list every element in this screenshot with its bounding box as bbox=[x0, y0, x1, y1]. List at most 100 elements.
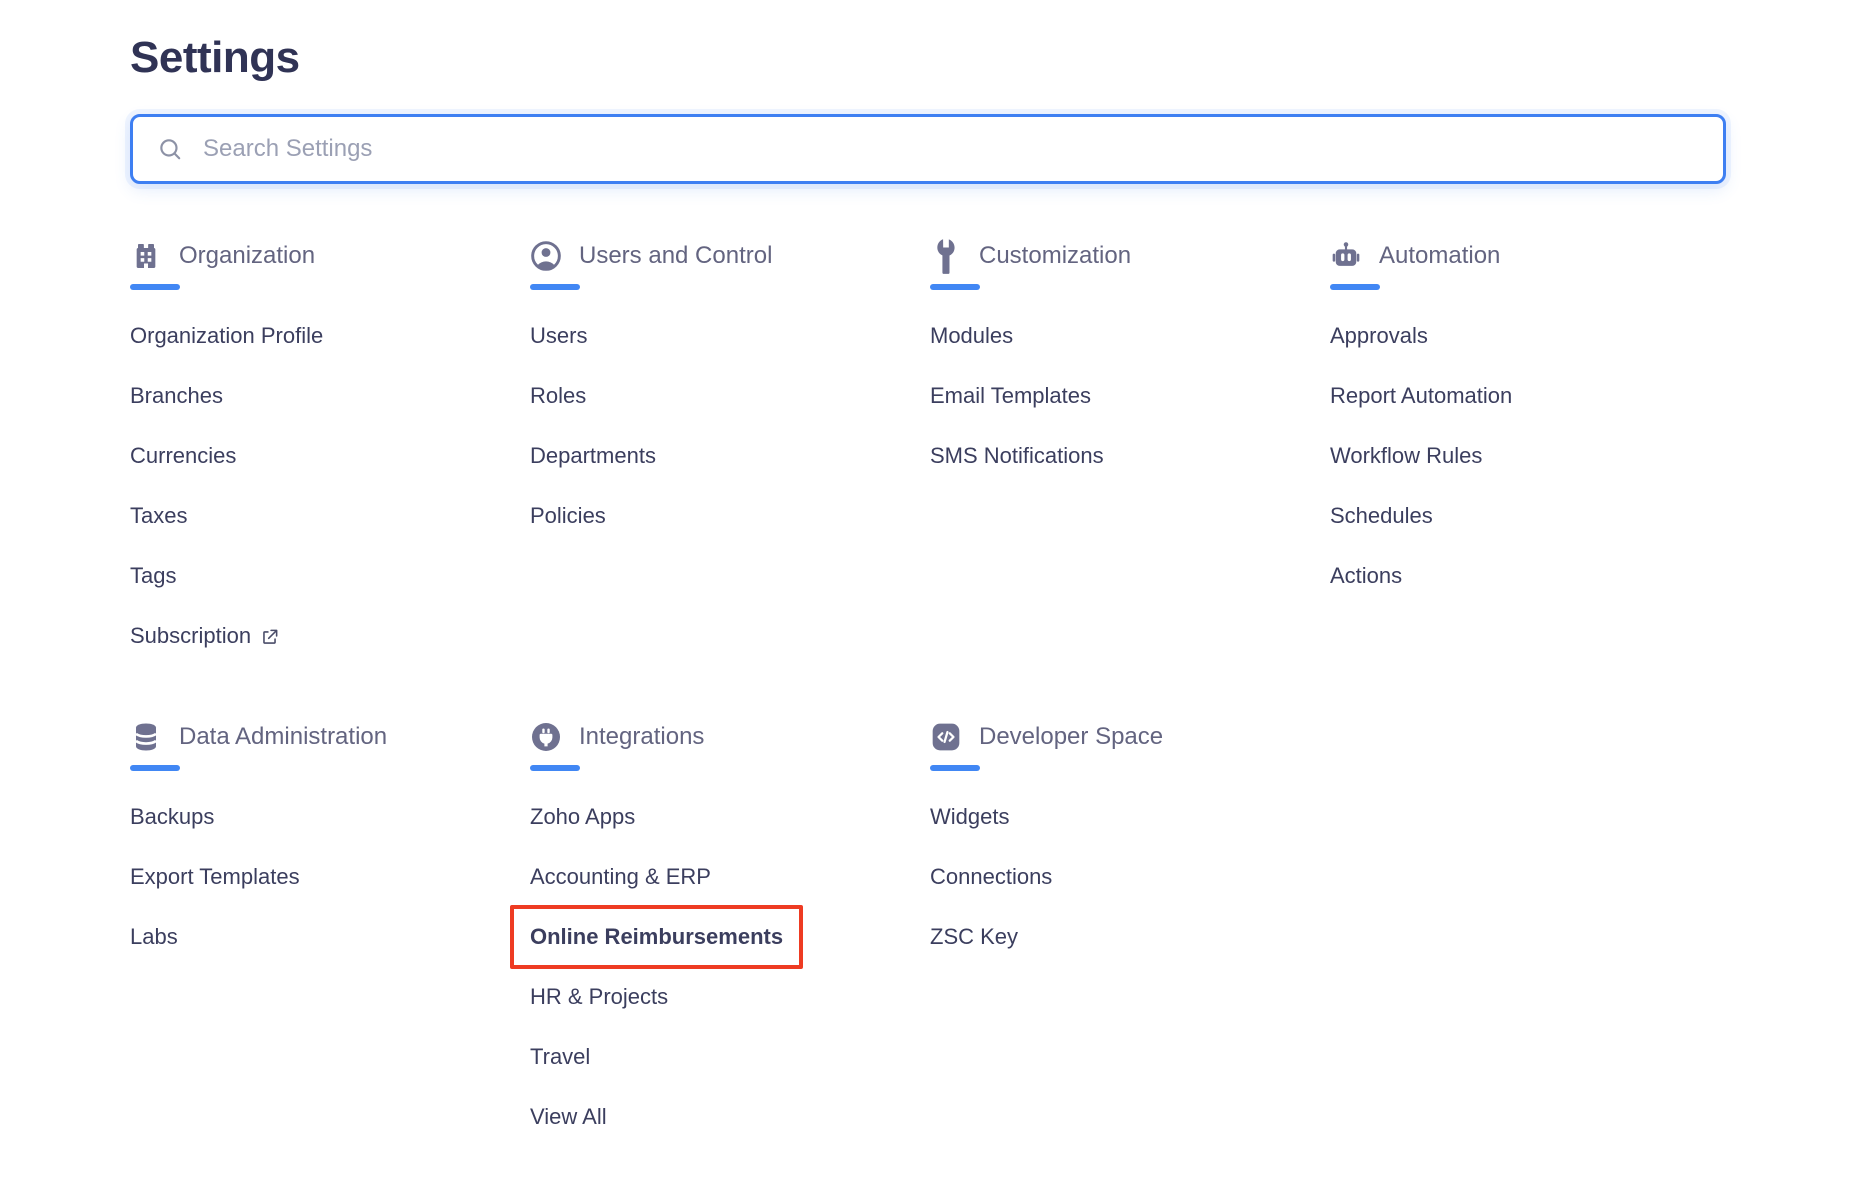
section-data-administration: Data Administration Backups Export Templ… bbox=[130, 721, 530, 1147]
link-schedules[interactable]: Schedules bbox=[1330, 503, 1433, 529]
list-item: Policies bbox=[530, 486, 930, 546]
section-integrations: Integrations Zoho Apps Accounting & ERP … bbox=[530, 721, 930, 1147]
section-developer-space: Developer Space Widgets Connections ZSC … bbox=[930, 721, 1330, 1147]
section-underline bbox=[530, 284, 580, 290]
section-organization-header: Organization bbox=[130, 240, 530, 272]
link-sms-notifications[interactable]: SMS Notifications bbox=[930, 443, 1104, 469]
list-item: Departments bbox=[530, 426, 930, 486]
settings-page: Settings bbox=[0, 0, 1850, 1147]
list-item: Actions bbox=[1330, 546, 1730, 606]
list-item: Report Automation bbox=[1330, 366, 1730, 426]
link-subscription[interactable]: Subscription bbox=[130, 623, 279, 649]
link-zoho-apps[interactable]: Zoho Apps bbox=[530, 804, 635, 830]
list-item: Branches bbox=[130, 366, 530, 426]
section-users-and-control-header: Users and Control bbox=[530, 240, 930, 272]
database-icon bbox=[130, 721, 162, 753]
section-underline bbox=[930, 284, 980, 290]
section-developer-space-header: Developer Space bbox=[930, 721, 1330, 753]
robot-icon bbox=[1330, 240, 1362, 272]
link-backups[interactable]: Backups bbox=[130, 804, 214, 830]
link-approvals[interactable]: Approvals bbox=[1330, 323, 1428, 349]
section-developer-space-label: Developer Space bbox=[979, 723, 1163, 751]
link-tags[interactable]: Tags bbox=[130, 563, 176, 589]
settings-grid: Organization Organization Profile Branch… bbox=[130, 240, 1850, 1147]
section-underline bbox=[130, 284, 180, 290]
list-item: Email Templates bbox=[930, 366, 1330, 426]
list-item: Connections bbox=[930, 847, 1330, 907]
link-report-automation[interactable]: Report Automation bbox=[1330, 383, 1512, 409]
list-item: Zoho Apps bbox=[530, 787, 930, 847]
page-title: Settings bbox=[130, 32, 1850, 84]
link-departments[interactable]: Departments bbox=[530, 443, 656, 469]
link-branches[interactable]: Branches bbox=[130, 383, 223, 409]
list-item: Users bbox=[530, 306, 930, 366]
link-connections[interactable]: Connections bbox=[930, 864, 1052, 890]
section-organization-label: Organization bbox=[179, 242, 315, 270]
list-item: ZSC Key bbox=[930, 907, 1330, 967]
search-bar[interactable] bbox=[130, 114, 1726, 184]
list-item: Accounting & ERP bbox=[530, 847, 930, 907]
search-input[interactable] bbox=[201, 134, 1699, 164]
section-integrations-header: Integrations bbox=[530, 721, 930, 753]
list-item: Approvals bbox=[1330, 306, 1730, 366]
link-email-templates[interactable]: Email Templates bbox=[930, 383, 1091, 409]
section-underline bbox=[530, 765, 580, 771]
section-organization: Organization Organization Profile Branch… bbox=[130, 240, 530, 721]
list-item: Travel bbox=[530, 1027, 930, 1087]
section-data-administration-header: Data Administration bbox=[130, 721, 530, 753]
link-labs[interactable]: Labs bbox=[130, 924, 178, 950]
wrench-icon bbox=[930, 240, 962, 272]
link-organization-profile[interactable]: Organization Profile bbox=[130, 323, 323, 349]
link-policies[interactable]: Policies bbox=[530, 503, 606, 529]
list-item: Taxes bbox=[130, 486, 530, 546]
link-travel[interactable]: Travel bbox=[530, 1044, 590, 1070]
link-actions[interactable]: Actions bbox=[1330, 563, 1402, 589]
section-data-administration-label: Data Administration bbox=[179, 723, 387, 751]
building-icon bbox=[130, 240, 162, 272]
section-underline bbox=[1330, 284, 1380, 290]
link-currencies[interactable]: Currencies bbox=[130, 443, 236, 469]
section-customization-label: Customization bbox=[979, 242, 1131, 270]
list-item: Schedules bbox=[1330, 486, 1730, 546]
external-link-icon bbox=[260, 628, 279, 647]
code-icon bbox=[930, 721, 962, 753]
link-hr-projects[interactable]: HR & Projects bbox=[530, 984, 668, 1010]
section-users-and-control: Users and Control Users Roles Department… bbox=[530, 240, 930, 721]
section-automation-label: Automation bbox=[1379, 242, 1500, 270]
link-modules[interactable]: Modules bbox=[930, 323, 1013, 349]
list-item: View All bbox=[530, 1087, 930, 1147]
link-taxes[interactable]: Taxes bbox=[130, 503, 187, 529]
list-item: Online Reimbursements bbox=[530, 907, 930, 967]
link-online-reimbursements[interactable]: Online Reimbursements bbox=[530, 924, 783, 950]
list-item: Export Templates bbox=[130, 847, 530, 907]
section-customization-header: Customization bbox=[930, 240, 1330, 272]
plug-circle-icon bbox=[530, 721, 562, 753]
section-users-and-control-label: Users and Control bbox=[579, 242, 772, 270]
user-circle-icon bbox=[530, 240, 562, 272]
list-item: Currencies bbox=[130, 426, 530, 486]
link-view-all[interactable]: View All bbox=[530, 1104, 607, 1130]
section-underline bbox=[130, 765, 180, 771]
list-item: Backups bbox=[130, 787, 530, 847]
list-item: SMS Notifications bbox=[930, 426, 1330, 486]
link-widgets[interactable]: Widgets bbox=[930, 804, 1009, 830]
link-roles[interactable]: Roles bbox=[530, 383, 586, 409]
list-item: Widgets bbox=[930, 787, 1330, 847]
list-item: Modules bbox=[930, 306, 1330, 366]
link-export-templates[interactable]: Export Templates bbox=[130, 864, 300, 890]
list-item: Subscription bbox=[130, 606, 530, 666]
section-automation: Automation Approvals Report Automation W… bbox=[1330, 240, 1730, 721]
list-item: Roles bbox=[530, 366, 930, 426]
highlight-box: Online Reimbursements bbox=[510, 905, 803, 969]
list-item: Organization Profile bbox=[130, 306, 530, 366]
section-underline bbox=[930, 765, 980, 771]
link-workflow-rules[interactable]: Workflow Rules bbox=[1330, 443, 1482, 469]
section-automation-header: Automation bbox=[1330, 240, 1730, 272]
section-integrations-label: Integrations bbox=[579, 723, 704, 751]
list-item: Workflow Rules bbox=[1330, 426, 1730, 486]
link-accounting-erp[interactable]: Accounting & ERP bbox=[530, 864, 711, 890]
link-zsc-key[interactable]: ZSC Key bbox=[930, 924, 1018, 950]
link-users[interactable]: Users bbox=[530, 323, 587, 349]
search-icon bbox=[157, 136, 183, 162]
list-item: HR & Projects bbox=[530, 967, 930, 1027]
